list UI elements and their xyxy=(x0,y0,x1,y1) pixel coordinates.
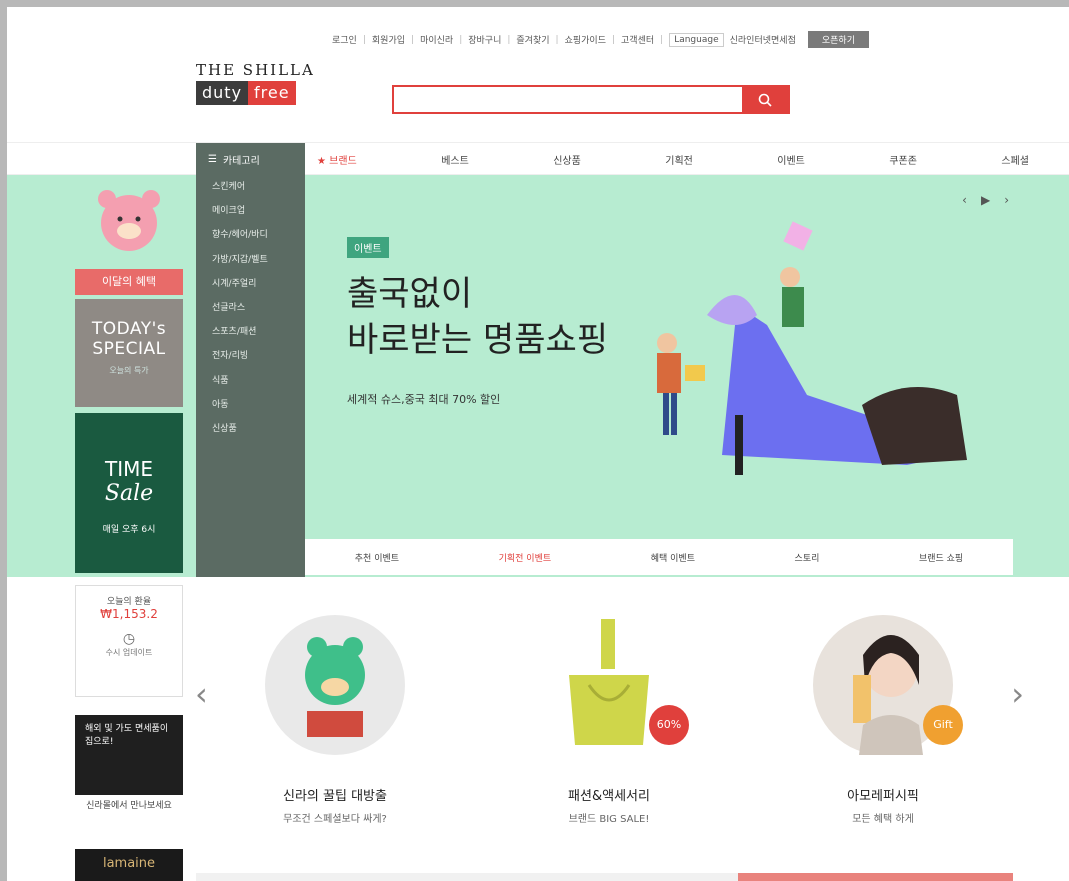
promo-desc: 무조건 스페셜보다 싸게? xyxy=(283,814,387,825)
promo-carousel: ‹ › 신라의 꿀팁 대방출 무조건 스페셜보다 싸게? 60% 패션&액세서리… xyxy=(195,597,1024,837)
guide-link[interactable]: 쇼핑가이드 xyxy=(565,33,606,46)
prev-slide-icon[interactable]: ‹ xyxy=(962,193,967,207)
category-item[interactable]: 전자/리빙 xyxy=(196,344,305,368)
category-item[interactable]: 식품 xyxy=(196,369,305,393)
nav-item-7[interactable]: 스페셜 xyxy=(1001,152,1029,167)
site-logo[interactable]: THE SHILLA duty free xyxy=(196,61,315,105)
promo-desc: 브랜드 BIG SALE! xyxy=(568,814,650,825)
category-item[interactable]: 가방/지갑/벨트 xyxy=(196,248,305,272)
promo-next-icon[interactable]: › xyxy=(1011,675,1024,713)
category-item[interactable]: 시계/주얼리 xyxy=(196,272,305,296)
bear-character-icon xyxy=(98,190,160,251)
promo-card[interactable]: 신라의 꿀팁 대방출 무조건 스페셜보다 싸게? xyxy=(235,597,435,825)
hero-tab-5[interactable]: 브랜드 쇼핑 xyxy=(919,551,963,564)
promo-image xyxy=(265,615,405,755)
bottom-strip-accent xyxy=(738,873,1013,881)
hero-tab-2[interactable]: 기획전 이벤트 xyxy=(499,551,552,564)
promo-desc: 모든 혜택 하게 xyxy=(852,814,914,825)
event-label: 신라몰에서 만나보세요 xyxy=(86,801,172,811)
store-select[interactable]: 신라인터넷면세점 xyxy=(730,33,796,46)
open-button[interactable]: 오픈하기 xyxy=(807,31,869,48)
lamaine-logo: lamaine xyxy=(102,856,156,871)
nav-items: ★ 브랜드 베스트 신상품 기획전 이벤트 쿠폰존 스페셜 xyxy=(317,143,1029,175)
next-slide-icon[interactable]: › xyxy=(1004,193,1009,207)
hero-tab-3[interactable]: 혜택 이벤트 xyxy=(651,551,695,564)
nav-item-6[interactable]: 쿠폰존 xyxy=(889,152,917,167)
search-bar xyxy=(392,85,790,114)
category-item[interactable]: 스킨케어 xyxy=(196,175,305,199)
today-line2: SPECIAL xyxy=(92,339,166,359)
category-item[interactable]: 선글라스 xyxy=(196,296,305,320)
signup-link[interactable]: 회원가입 xyxy=(372,33,405,46)
promo-title: 신라의 꿀팁 대방출 xyxy=(283,789,387,804)
nav-item-5[interactable]: 이벤트 xyxy=(777,152,805,167)
global-nav: ☰ 카테고리 ★ 브랜드 베스트 신상품 기획전 이벤트 쿠폰존 스페셜 xyxy=(7,142,1069,175)
bottom-strip xyxy=(196,873,1013,881)
lamaine-banner[interactable]: lamaine xyxy=(75,849,183,881)
category-item[interactable]: 향수/헤어/바디 xyxy=(196,223,305,247)
menu-icon: ☰ xyxy=(208,153,217,165)
time-sale-banner[interactable]: TIME Sale 매일 오후 6시 xyxy=(75,413,183,573)
promo-title: 아모레퍼시픽 xyxy=(847,789,919,804)
promo-card[interactable]: 60% 패션&액세서리 브랜드 BIG SALE! xyxy=(509,597,709,825)
hero-subtitle: 세계적 슈스,중국 최대 70% 할인 xyxy=(347,393,501,406)
cart-link[interactable]: 장바구니 xyxy=(468,33,501,46)
favorites-link[interactable]: 즐겨찾기 xyxy=(516,33,549,46)
promo-title: 패션&액세서리 xyxy=(568,789,650,804)
search-input[interactable] xyxy=(394,87,742,112)
category-item[interactable]: 아동 xyxy=(196,393,305,417)
search-button[interactable] xyxy=(742,87,788,112)
mypage-link[interactable]: 마이신라 xyxy=(420,33,453,46)
todays-special-banner[interactable]: TODAY's SPECIAL 오늘의 특가 xyxy=(75,299,183,407)
gift-badge: Gift xyxy=(923,705,963,745)
promo-prev-icon[interactable]: ‹ xyxy=(195,675,208,713)
play-icon[interactable]: ▶ xyxy=(981,193,990,207)
logo-word-a: duty xyxy=(196,81,249,105)
rate-caption: 수시 업데이트 xyxy=(105,648,153,657)
category-menu: 스킨케어 메이크업 향수/헤어/바디 가방/지갑/벨트 시계/주얼리 선글라스 … xyxy=(196,175,305,577)
time-sale-word2: Sale xyxy=(104,481,154,506)
today-line1: TODAY's xyxy=(91,319,167,339)
logo-line1: THE SHILLA xyxy=(196,61,315,79)
promo-image: Gift xyxy=(813,615,963,755)
hero-tag: 이벤트 xyxy=(347,237,389,258)
promo-image: 60% xyxy=(539,615,689,755)
time-sale-word1: TIME xyxy=(104,457,153,481)
clock-icon: ◷ xyxy=(122,631,136,647)
language-select[interactable]: Language xyxy=(669,32,724,47)
time-sale-caption: 매일 오후 6시 xyxy=(102,525,156,535)
promo-card[interactable]: Gift 아모레퍼시픽 모든 혜택 하게 xyxy=(783,597,983,825)
delivery-event-banner[interactable]: 해외 및 가도 면세품이 집으로! xyxy=(75,715,183,795)
nav-item-2[interactable]: 베스트 xyxy=(441,152,469,167)
search-icon xyxy=(758,93,772,107)
help-link[interactable]: 고객센터 xyxy=(621,33,654,46)
category-item[interactable]: 메이크업 xyxy=(196,199,305,223)
rate-value: ₩1,153.2 xyxy=(100,607,158,621)
exchange-rate-box: 오늘의 환율 ₩1,153.2 ◷ 수시 업데이트 xyxy=(75,585,183,697)
hero-tab-4[interactable]: 스토리 xyxy=(795,551,820,564)
discount-badge: 60% xyxy=(649,705,689,745)
utility-bar: 로그인 | 회원가입 | 마이신라 | 장바구니 | 즐겨찾기 | 쇼핑가이드 | 고객센터… xyxy=(332,31,1019,48)
nav-item-4[interactable]: 기획전 xyxy=(665,152,693,167)
monthly-benefit-label: 이달의 혜택 xyxy=(75,269,183,295)
rate-title: 오늘의 환율 xyxy=(106,597,152,607)
monthly-benefit-banner[interactable]: 이달의 혜택 xyxy=(75,183,183,295)
today-small: 오늘의 특가 xyxy=(109,366,149,375)
shoe-illustration xyxy=(657,221,967,475)
page: 로그인 | 회원가입 | 마이신라 | 장바구니 | 즐겨찾기 | 쇼핑가이드 | 고객센터… xyxy=(0,0,1069,881)
category-item[interactable]: 신상품 xyxy=(196,417,305,441)
nav-item-3[interactable]: 신상품 xyxy=(553,152,581,167)
category-item[interactable]: 스포츠/패션 xyxy=(196,320,305,344)
hero-controls: ‹ ▶ › xyxy=(962,193,1009,207)
hero-title: 출국없이 바로받는 명품쇼핑 xyxy=(347,274,609,360)
logo-word-b: free xyxy=(248,81,296,105)
all-category-button[interactable]: ☰ 카테고리 xyxy=(196,143,305,175)
login-link[interactable]: 로그인 xyxy=(332,33,357,46)
hero-tab-1[interactable]: 추천 이벤트 xyxy=(355,551,399,564)
nav-item-brand[interactable]: ★ 브랜드 xyxy=(317,152,357,167)
event-text: 해외 및 가도 면세품이 집으로! xyxy=(85,724,169,747)
hero-tabs: 추천 이벤트 기획전 이벤트 혜택 이벤트 스토리 브랜드 쇼핑 xyxy=(305,539,1013,575)
